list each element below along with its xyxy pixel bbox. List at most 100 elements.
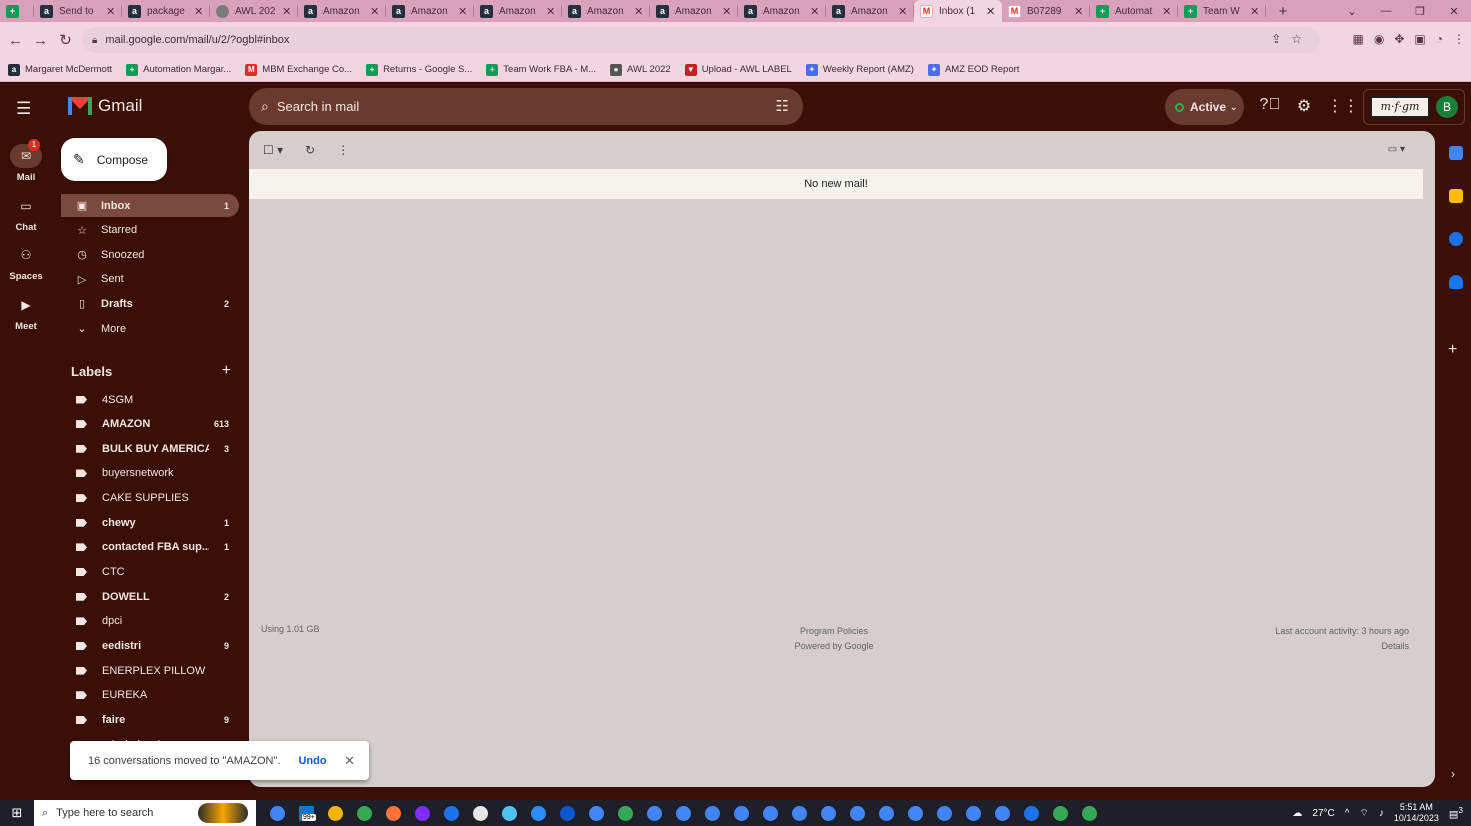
label-item[interactable]: contacted FBA sup... 1	[61, 536, 239, 559]
close-icon[interactable]: ✕	[344, 753, 355, 769]
calendar-icon[interactable]	[1449, 146, 1463, 160]
new-tab-icon[interactable]: +	[1272, 3, 1294, 20]
minimize-icon[interactable]: —	[1369, 5, 1403, 17]
taskbar-app-icon[interactable]	[790, 803, 809, 823]
taskbar-app-icon[interactable]	[645, 803, 664, 823]
help-icon[interactable]: ?⃝	[1259, 96, 1281, 118]
bookmark-item[interactable]: ▼ Upload - AWL LABEL	[684, 63, 792, 76]
clock[interactable]: 5:51 AM 10/14/2023	[1394, 802, 1439, 824]
bookmark-item[interactable]: + Automation Margar...	[126, 63, 231, 76]
input-tools-icon[interactable]: ▭ ▾	[1388, 144, 1405, 155]
tasks-icon[interactable]	[1449, 232, 1463, 246]
taskbar-app-icon[interactable]	[848, 803, 867, 823]
label-item[interactable]: CAKE SUPPLIES	[61, 487, 239, 510]
sidepanel-icon[interactable]: ▣	[1414, 32, 1425, 46]
more-actions-icon[interactable]: ⋮	[337, 143, 349, 157]
forward-icon[interactable]: →	[28, 32, 53, 49]
rail-chat[interactable]: ▭ Chat	[0, 194, 52, 233]
taskbar-app-icon[interactable]	[877, 803, 896, 823]
browser-tab[interactable]: a Amazon ✕	[474, 0, 562, 22]
taskbar-app-icon[interactable]	[616, 803, 635, 823]
browser-tab[interactable]: a Amazon ✕	[386, 0, 474, 22]
folder-sent[interactable]: ▷ Sent	[61, 268, 239, 291]
browser-tab[interactable]: a Amazon ✕	[298, 0, 386, 22]
rail-spaces[interactable]: ⚇ Spaces	[0, 243, 52, 282]
browser-tab[interactable]: a Amazon ✕	[650, 0, 738, 22]
tab-search-icon[interactable]: ⌄	[1335, 5, 1369, 18]
taskbar-search[interactable]: ⌕ Type here to search	[34, 800, 256, 826]
taskbar-app-icon[interactable]	[471, 803, 490, 823]
notifications-icon[interactable]: ▤3	[1449, 805, 1463, 820]
rail-mail[interactable]: ✉ 1 Mail	[0, 139, 52, 183]
close-icon[interactable]: ✕	[458, 5, 468, 18]
close-icon[interactable]: ✕	[722, 5, 732, 18]
reload-icon[interactable]: ↻	[53, 31, 78, 49]
select-all-checkbox-icon[interactable]: ☐ ▾	[263, 143, 283, 157]
folder-inbox[interactable]: ▣ Inbox 1	[61, 194, 239, 217]
browser-tab[interactable]: + Automat ✕	[1090, 0, 1178, 22]
browser-tab[interactable]: +	[0, 0, 34, 22]
taskbar-app-icon[interactable]	[761, 803, 780, 823]
taskbar-app-icon[interactable]	[935, 803, 954, 823]
avatar[interactable]: B	[1436, 96, 1458, 118]
tray-chevron-icon[interactable]: ^	[1345, 808, 1350, 819]
program-policies-link[interactable]: Program Policies	[754, 624, 914, 639]
label-item[interactable]: buyersnetwork	[61, 462, 239, 485]
search-bar[interactable]: ⌕ Search in mail ☷	[249, 88, 803, 125]
details-link[interactable]: Details	[1275, 639, 1409, 654]
apps-grid-icon[interactable]: ⋮⋮	[1327, 96, 1359, 118]
taskbar-app-icon[interactable]	[1022, 803, 1041, 823]
rail-meet[interactable]: ▶ Meet	[0, 293, 52, 332]
browser-tab[interactable]: a Send to ✕	[34, 0, 122, 22]
gmail-logo[interactable]: Gmail	[68, 96, 142, 116]
browser-tab[interactable]: M B07289 ✕	[1002, 0, 1090, 22]
taskbar-app-icon[interactable]	[964, 803, 983, 823]
taskbar-app-icon[interactable]	[993, 803, 1012, 823]
status-selector[interactable]: Active ⌄	[1165, 89, 1244, 125]
taskbar-app-icon[interactable]	[1051, 803, 1070, 823]
taskbar-app-icon[interactable]	[529, 803, 548, 823]
close-icon[interactable]: ✕	[106, 5, 116, 18]
refresh-icon[interactable]: ↻	[305, 143, 315, 157]
folder-more[interactable]: ⌄ More	[61, 317, 239, 340]
label-item[interactable]: AMAZON 613	[61, 413, 239, 436]
add-addon-icon[interactable]: +	[1448, 341, 1457, 359]
close-icon[interactable]: ✕	[1250, 5, 1260, 18]
taskbar-app-icon[interactable]	[674, 803, 693, 823]
close-icon[interactable]: ✕	[986, 5, 996, 18]
bookmark-item[interactable]: + Returns - Google S...	[366, 63, 472, 76]
close-window-icon[interactable]: ✕	[1437, 5, 1471, 18]
keep-icon[interactable]	[1449, 189, 1463, 203]
taskbar-app-icon[interactable]	[384, 803, 403, 823]
label-item[interactable]: BULK BUY AMERICA 3	[61, 437, 239, 460]
browser-tab[interactable]: a Amazon ✕	[826, 0, 914, 22]
folder-snoozed[interactable]: ◷ Snoozed	[61, 243, 239, 266]
bookmark-item[interactable]: a Margaret McDermott	[8, 63, 112, 76]
restore-icon[interactable]: ❐	[1403, 5, 1437, 18]
bookmark-item[interactable]: ✦ Weekly Report (AMZ)	[805, 63, 914, 76]
browser-tab[interactable]: AWL 202 ✕	[210, 0, 298, 22]
browser-tab[interactable]: a Amazon ✕	[738, 0, 826, 22]
label-item[interactable]: dpci	[61, 610, 239, 633]
extension-icon[interactable]: ◉	[1374, 32, 1384, 46]
folder-drafts[interactable]: ▯ Drafts 2	[61, 292, 239, 315]
settings-gear-icon[interactable]: ⚙	[1293, 96, 1315, 118]
label-item[interactable]: 4SGM	[61, 388, 239, 411]
taskbar-app-icon[interactable]	[1080, 803, 1099, 823]
extension-icon[interactable]: ▦	[1353, 32, 1364, 46]
storage-usage[interactable]: Using 1.01 GB	[261, 624, 320, 634]
taskbar-app-icon[interactable]	[413, 803, 432, 823]
label-item[interactable]: faire 9	[61, 708, 239, 731]
add-label-icon[interactable]: +	[222, 362, 239, 380]
bookmark-item[interactable]: M MBM Exchange Co...	[245, 63, 352, 76]
taskbar-app-icon[interactable]	[500, 803, 519, 823]
search-icon[interactable]: ⌕	[261, 98, 269, 115]
taskbar-app-icon[interactable]	[268, 803, 287, 823]
search-input[interactable]: Search in mail	[277, 99, 359, 114]
label-item[interactable]: eedistri 9	[61, 635, 239, 658]
label-item[interactable]: chewy 1	[61, 511, 239, 534]
label-item[interactable]: ENERPLEX PILLOW	[61, 659, 239, 682]
bookmark-item[interactable]: ✦ AMZ EOD Report	[927, 63, 1019, 76]
profile-icon[interactable]: ◔	[1436, 32, 1443, 46]
bookmark-item[interactable]: + Team Work FBA - M...	[486, 63, 596, 76]
